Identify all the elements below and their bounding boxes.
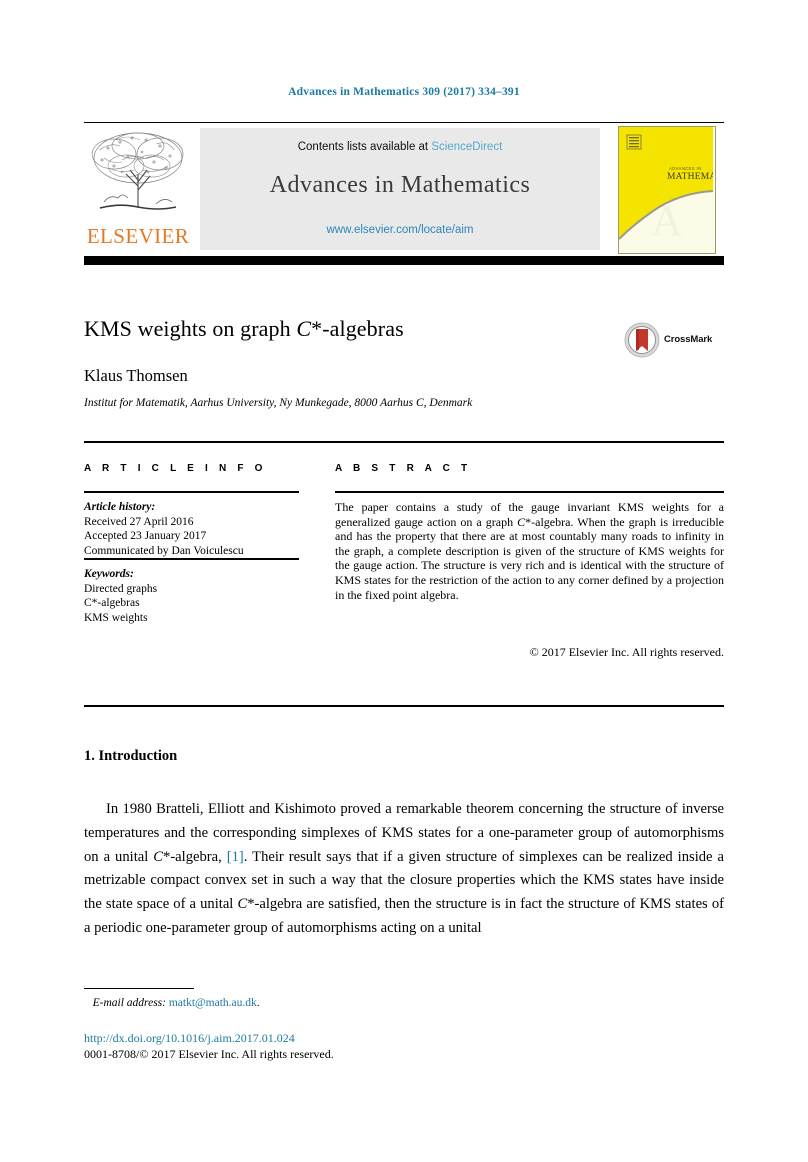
elsevier-wordmark: ELSEVIER <box>86 224 190 248</box>
accepted-date: Accepted 23 January 2017 <box>84 530 207 542</box>
journal-cover-thumbnail: A ADVANCES IN MATHEMATICS <box>618 126 716 254</box>
doi-link[interactable]: http://dx.doi.org/10.1016/j.aim.2017.01.… <box>84 1031 295 1046</box>
keyword-item: Directed graphs <box>84 582 158 595</box>
abstract-text: The paper contains a study of the gauge … <box>335 500 724 602</box>
contents-prefix-text: Contents lists available at <box>297 141 432 153</box>
author-name: Klaus Thomsen <box>84 366 188 385</box>
section-heading-introduction: 1. Introduction <box>84 748 178 764</box>
citation-ref-1[interactable]: [1] <box>227 849 244 865</box>
abstract-copyright: © 2017 Elsevier Inc. All rights reserved… <box>529 645 724 659</box>
received-date: Received 27 April 2016 <box>84 515 194 528</box>
body-part-2: *-algebra, <box>163 848 227 865</box>
journal-info-panel: Contents lists available at ScienceDirec… <box>200 128 600 250</box>
keyword-item: C*-algebras <box>84 597 140 609</box>
abstract-rule <box>335 491 724 493</box>
elsevier-logo: ELSEVIER <box>84 128 192 252</box>
masthead-bottom-bar <box>84 256 724 265</box>
elsevier-tree-icon <box>86 128 190 222</box>
masthead-top-rule <box>84 122 724 123</box>
issn-copyright-line: 0001-8708/© 2017 Elsevier Inc. All right… <box>84 1047 334 1061</box>
footnote-separator-rule <box>84 988 194 989</box>
footnote-email: E-mail address: matkt@math.au.dk. <box>84 997 584 1009</box>
email-address-label: E-mail address: <box>92 997 166 1009</box>
title-part-1: KMS weights on graph <box>84 316 297 341</box>
journal-name: Advances in Mathematics <box>269 172 531 198</box>
keyword-item: KMS weights <box>84 611 148 624</box>
svg-text:ADVANCES IN: ADVANCES IN <box>669 166 701 171</box>
page-title: KMS weights on graph C*-algebras <box>84 316 604 342</box>
crossmark-icon <box>624 322 660 358</box>
keywords-label: Keywords: <box>84 568 134 580</box>
abstract-heading: A B S T R A C T <box>335 463 472 474</box>
crossmark-badge[interactable]: CrossMark <box>624 322 724 362</box>
title-italic-c: C <box>296 316 312 341</box>
contents-available-line: Contents lists available at ScienceDirec… <box>200 141 600 153</box>
running-head: Advances in Mathematics 309 (2017) 334–3… <box>288 86 520 98</box>
abstract-italic-c: C <box>517 514 526 529</box>
article-info-heading: A R T I C L E I N F O <box>84 463 267 474</box>
communicated-by: Communicated by Dan Voiculescu <box>84 544 244 557</box>
abstract-bottom-rule <box>84 705 724 707</box>
title-part-2: *-algebras <box>311 316 404 341</box>
article-history-label: Article history: <box>84 501 156 513</box>
keywords-block: Keywords: Directed graphs C*-algebras KM… <box>84 567 304 625</box>
article-history-block: Article history: Received 27 April 2016 … <box>84 500 304 558</box>
email-address-link[interactable]: matkt@math.au.dk <box>169 997 257 1009</box>
crossmark-label: CrossMark <box>664 334 713 345</box>
email-trailing-period: . <box>256 997 260 1009</box>
sciencedirect-link[interactable]: ScienceDirect <box>431 141 502 153</box>
author-affiliation: Institut for Matematik, Aarhus Universit… <box>84 397 473 409</box>
svg-text:MATHEMATICS: MATHEMATICS <box>667 172 713 182</box>
svg-text:A: A <box>651 196 683 245</box>
article-info-rule <box>84 491 299 493</box>
body-italic-c-2: C <box>237 896 248 913</box>
paper-page: Advances in Mathematics 309 (2017) 334–3… <box>0 0 808 1162</box>
journal-homepage-link[interactable]: www.elsevier.com/locate/aim <box>200 224 600 236</box>
journal-masthead: ELSEVIER Contents lists available at Sci… <box>84 124 724 254</box>
keywords-top-rule <box>84 558 299 560</box>
body-italic-c-1: C <box>153 848 164 865</box>
introduction-paragraph: In 1980 Bratteli, Elliott and Kishimoto … <box>84 798 724 941</box>
info-section-top-rule <box>84 441 724 443</box>
